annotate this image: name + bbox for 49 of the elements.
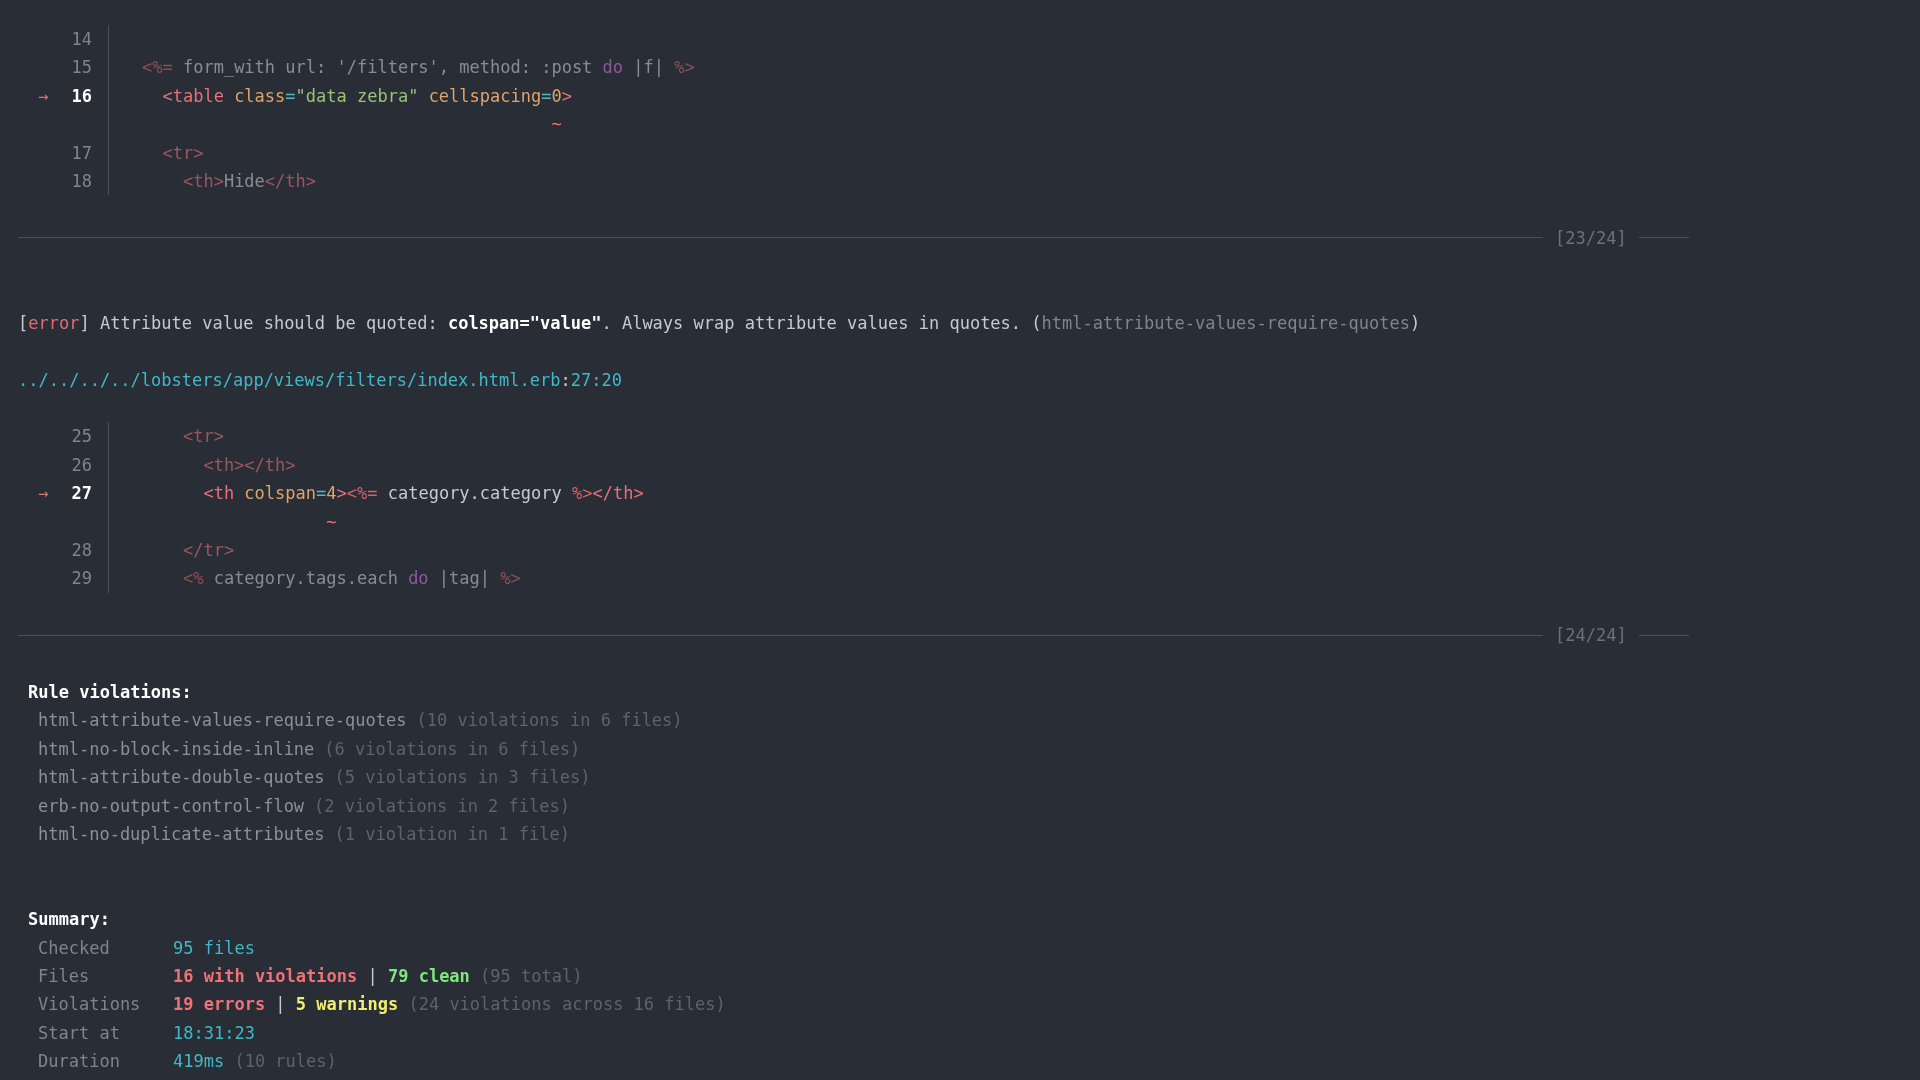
error-pointer: ~ — [550, 114, 562, 135]
file-location: ../../../../lobsters/app/views/filters/index.html.erb:27:20 — [18, 369, 622, 390]
error-pointer: ~ — [325, 511, 337, 532]
error-message: [error] Attribute value should be quoted: colspan="value". Always wrap attribute values in quotes. (html-attribute-values-require-quotes) — [18, 312, 1421, 333]
code-line: <tr> — [181, 426, 224, 447]
code-line: </tr> — [181, 540, 235, 561]
rule-name: html-no-duplicate-attributes — [38, 822, 325, 846]
code-line: <th>Hide</th> — [181, 170, 317, 191]
violation-count: (5 violations in 3 files) — [334, 766, 591, 790]
rule-name: html-attribute-values-require-quotes — [38, 709, 407, 733]
summary-value: 419ms (10 rules) — [173, 1050, 337, 1074]
progress-counter: [24/24] — [1555, 624, 1627, 648]
summary-label: Files — [38, 964, 91, 988]
summary-value: 18:31:23 — [173, 1021, 255, 1045]
section-heading: Rule violations: — [28, 682, 192, 702]
summary-value: 95 files — [173, 936, 255, 960]
line-number: 28 — [71, 540, 92, 561]
rule-name: html-no-block-inside-inline — [38, 737, 315, 761]
code-line: <table class="data zebra" cellspacing=0> — [161, 85, 572, 106]
section-heading: Summary: — [28, 909, 110, 930]
code-line: <tr> — [161, 142, 204, 163]
current-line-arrow: → — [38, 483, 49, 504]
violation-count: (1 violation in 1 file) — [334, 822, 570, 846]
line-number: 25 — [71, 426, 92, 447]
summary-label: Duration — [38, 1050, 121, 1074]
current-line-arrow: → — [38, 85, 49, 106]
violation-count: (6 violations in 6 files) — [324, 737, 581, 761]
progress-counter: [23/24] — [1555, 226, 1627, 250]
violation-count: (10 violations in 6 files) — [416, 709, 683, 733]
summary-label: Checked — [38, 936, 111, 960]
code-line: <%= form_with url: '/filters', method: :post do |f| %> — [142, 57, 695, 78]
rule-name: erb-no-output-control-flow — [38, 794, 305, 818]
summary-label: Violations — [38, 993, 142, 1017]
code-line: <th colspan=4><%= category.category %></th> — [202, 483, 644, 504]
code-line: <th></th> — [202, 454, 296, 475]
code-line: <% category.tags.each do |tag| %> — [181, 568, 521, 589]
line-number: 15 — [71, 57, 92, 78]
violation-count: (2 violations in 2 files) — [314, 794, 570, 818]
line-number: 16 — [71, 85, 92, 106]
summary-label: Start at — [38, 1021, 121, 1045]
line-number: 14 — [71, 29, 92, 49]
rule-name: html-attribute-double-quotes — [38, 766, 325, 790]
line-number: 27 — [71, 483, 92, 504]
line-number: 26 — [71, 454, 92, 475]
line-number: 18 — [71, 170, 92, 191]
summary-value: 19 errors | 5 warnings (24 violations across 16 files) — [173, 993, 726, 1017]
summary-value: 16 with violations | 79 clean (95 total) — [173, 964, 583, 988]
line-number: 29 — [71, 568, 92, 589]
line-number: 17 — [71, 142, 92, 163]
